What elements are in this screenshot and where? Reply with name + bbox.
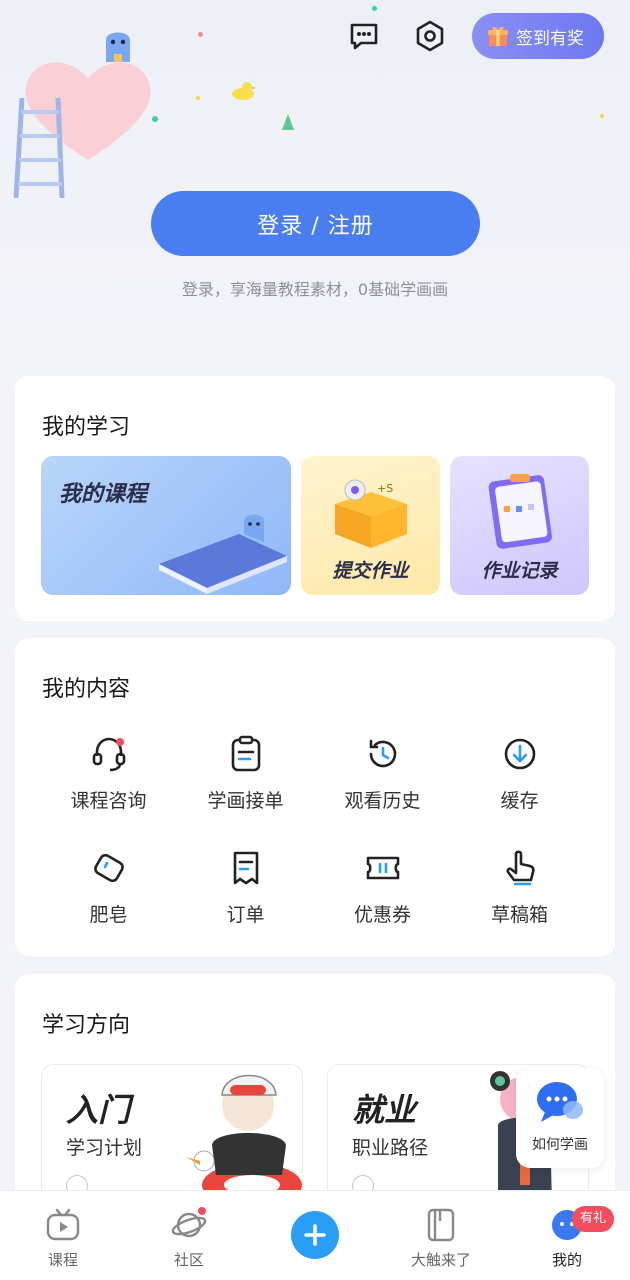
tab-masters[interactable]: 大触来了	[391, 1191, 491, 1280]
tile-label: 提交作业	[332, 560, 409, 582]
checkin-label: 签到有奖	[516, 28, 584, 49]
book-icon	[427, 1208, 455, 1242]
grid-label: 课程咨询	[70, 790, 147, 812]
tab-label: 课程	[47, 1251, 78, 1269]
svg-text:+S: +S	[377, 482, 393, 495]
duck-illustration	[232, 82, 256, 100]
order-icon	[233, 851, 258, 885]
grid-label: 观看历史	[344, 790, 421, 812]
settings-button[interactable]	[406, 12, 454, 60]
settings-icon	[416, 20, 444, 52]
ladder-illustration	[13, 98, 65, 198]
section-title: 我的内容	[42, 677, 131, 702]
chat-bubble-icon	[537, 1082, 583, 1122]
my-courses-tile[interactable]: 我的课程	[41, 456, 291, 595]
tab-label: 大触来了	[410, 1251, 471, 1269]
section-title: 我的学习	[42, 415, 131, 440]
tile-heading: 就业	[352, 1091, 417, 1129]
grid-item-history[interactable]: 观看历史	[314, 734, 451, 813]
headset-icon	[92, 737, 125, 772]
draft-hand-icon	[505, 850, 535, 886]
book-illustration	[159, 514, 287, 594]
tile-heading: 入门	[66, 1091, 131, 1129]
tile-subtitle: 学习计划	[66, 1137, 143, 1159]
hero-banner: 签到有奖 登录 / 注册 登录，享海量教程素材，0基础学画画	[0, 0, 630, 370]
message-button[interactable]	[340, 12, 388, 60]
grid-label: 学画接单	[207, 790, 284, 812]
section-title: 学习方向	[42, 1013, 131, 1038]
tv-icon	[46, 1208, 80, 1241]
grass-illustration	[282, 114, 294, 130]
grid-item-order[interactable]: 订单	[177, 848, 314, 927]
sparkle-dot	[372, 6, 377, 11]
my-study-card: 我的学习 我的课程 +S 提交作业 作业记录	[15, 376, 615, 621]
history-icon	[369, 739, 396, 768]
mascot-illustration	[106, 32, 130, 62]
soap-icon	[93, 853, 124, 883]
sparkle-dot	[196, 96, 200, 100]
grid-item-consult[interactable]: 课程咨询	[40, 734, 177, 813]
beginner-plan-tile[interactable]: 入门 学习计划	[41, 1064, 303, 1204]
tile-label: 我的课程	[59, 482, 148, 507]
community-badge-dot	[196, 1205, 208, 1217]
plus-icon	[304, 1224, 326, 1246]
tab-label: 社区	[173, 1251, 204, 1269]
grid-label: 订单	[226, 904, 265, 926]
grid-item-coupon[interactable]: 优惠券	[314, 848, 451, 927]
grid-item-accept-order[interactable]: 学画接单	[177, 734, 314, 813]
create-post-button[interactable]	[291, 1211, 339, 1259]
grid-item-soap[interactable]: 肥皂	[40, 848, 177, 927]
homework-record-tile[interactable]: 作业记录	[450, 456, 589, 595]
my-content-card: 我的内容 课程咨询 学画接单 观看历史 缓存 肥皂 订单 优惠券 草稿箱	[15, 638, 615, 956]
sparkle-dot	[152, 116, 158, 122]
box-illustration: +S	[335, 479, 407, 548]
sparkle-dot	[198, 32, 203, 37]
login-tip: 登录，享海量教程素材，0基础学画画	[181, 280, 449, 299]
top-actions: 签到有奖	[340, 12, 604, 60]
gift-icon	[488, 26, 508, 46]
how-to-learn-button[interactable]: 如何学画	[516, 1068, 604, 1168]
grid-item-cache[interactable]: 缓存	[451, 734, 588, 813]
clipboard-illustration	[488, 474, 552, 549]
tab-mine[interactable]: 我的	[517, 1191, 617, 1280]
grid-label: 缓存	[500, 790, 539, 812]
grid-label: 优惠券	[353, 904, 411, 926]
checkin-reward-button[interactable]: 签到有奖	[472, 13, 604, 59]
download-icon	[504, 738, 535, 770]
tile-subtitle: 职业路径	[352, 1137, 429, 1159]
message-icon	[350, 23, 378, 50]
grid-item-drafts[interactable]: 草稿箱	[451, 848, 588, 927]
tile-label: 作业记录	[481, 560, 558, 582]
clipboard-icon	[231, 735, 260, 772]
grid-label: 草稿箱	[490, 904, 548, 926]
tab-courses[interactable]: 课程	[13, 1191, 113, 1280]
character-illustration	[186, 1074, 302, 1203]
submit-homework-tile[interactable]: +S 提交作业	[301, 456, 440, 595]
tab-community[interactable]: 社区	[139, 1191, 239, 1280]
login-register-button[interactable]: 登录 / 注册	[151, 191, 480, 256]
tab-label: 我的	[551, 1251, 582, 1269]
sparkle-dot	[600, 114, 604, 118]
grid-label: 肥皂	[89, 904, 128, 926]
gift-badge: 有礼	[572, 1206, 615, 1232]
float-label: 如何学画	[532, 1137, 588, 1153]
coupon-icon	[366, 856, 399, 880]
